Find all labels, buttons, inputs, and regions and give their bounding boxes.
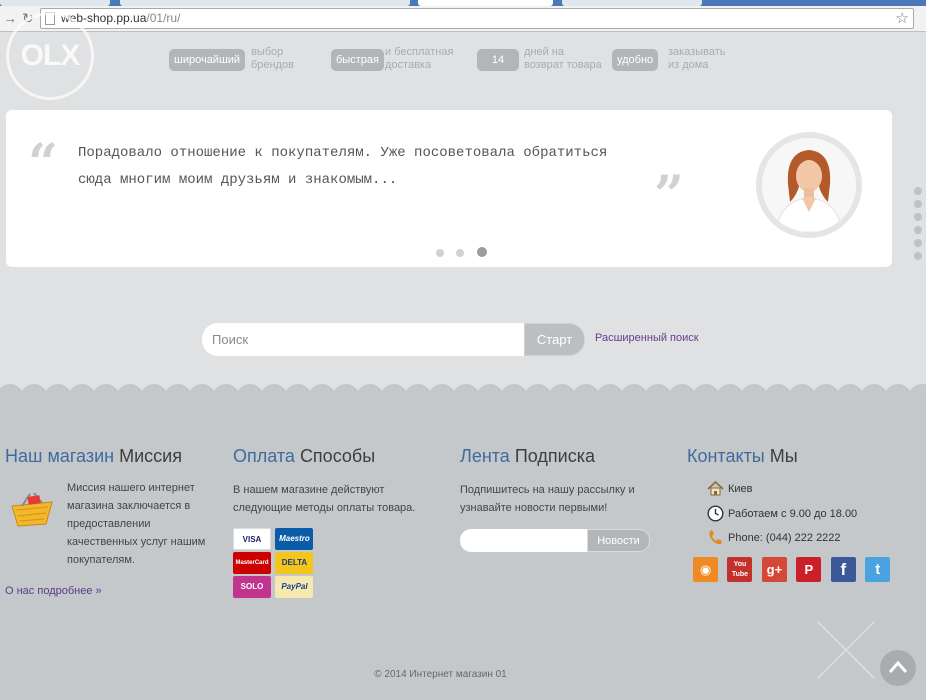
benefit-badge: 14 [477,49,519,71]
testimonial-slider: “ Порадовало отношение к покупателям. Уж… [6,110,892,267]
rss-icon[interactable]: ◉ [693,557,718,582]
side-nav-dot[interactable] [914,226,922,234]
newsletter-button[interactable]: Новости [587,529,650,552]
open-quote-icon: “ [28,133,58,194]
benefit-badge: широчайший [169,49,246,71]
about-more-link[interactable]: О нас подробнее » [5,585,102,597]
facebook-icon[interactable]: f [830,557,856,582]
footer-heading: Наш магазин Миссия [5,446,182,466]
footer-column-shop: Наш магазин Миссия [5,446,220,481]
testimonial-text: Порадовало отношение к покупателям. Уже … [78,145,608,188]
side-nav-dot[interactable] [914,252,922,260]
woman-portrait-icon [762,138,856,232]
search-button[interactable]: Старт [524,323,585,356]
youtube-icon[interactable]: You Tube [727,557,753,582]
testimonial-avatar [756,132,862,238]
footer-heading: Контакты Мы [687,446,798,466]
slider-dot[interactable] [436,249,444,257]
address-bar[interactable]: web-shop.pp.ua/01/ru/ ☆ [40,8,914,29]
benefit-badge: удобно [612,49,659,71]
visa-card-icon: VISA [233,528,271,550]
delta-card-icon: DELTA [275,552,314,574]
bookmark-star-icon[interactable]: ☆ [896,9,909,27]
google-plus-icon[interactable]: g+ [761,557,787,582]
benefit-desc: заказывать из дома [668,46,726,71]
benefit-desc: дней на возврат товара [524,46,602,71]
olx-watermark-logo: OLX [6,12,94,100]
footer-column-contacts: Контакты Мы [687,446,902,481]
advanced-search-link[interactable]: Расширенный поиск [595,332,699,344]
side-nav-dot[interactable] [914,187,922,195]
footer-heading: Лента Подписка [460,446,595,466]
benefit-desc: и бесплатная доставка [385,46,454,71]
copyright: © 2014 Интернет магазин 01 [374,669,507,680]
payment-text: В нашем магазине действуют следующие мет… [233,484,416,514]
newsletter-email-input[interactable] [460,529,588,552]
newsletter-text: Подпишитесь на нашу рассылку и узнавайте… [460,484,635,514]
browser-toolbar: → ↻ web-shop.pp.ua/01/ru/ ☆ [0,6,926,32]
forward-icon[interactable]: → [2,9,18,27]
mastercard-icon: MasterCard [233,552,271,574]
paypal-card-icon: PayPal [275,576,314,598]
slider-dot[interactable] [456,249,465,257]
footer-column-newsletter: Лента Подписка Подпишитесь на нашу рассы… [460,446,675,517]
search-bar: Старт [202,323,585,356]
close-quote-icon: ” [654,165,684,226]
benefit-badge: быстрая [331,49,384,71]
chevron-up-icon [888,660,908,673]
home-icon [707,480,724,496]
phone-icon [709,530,722,545]
side-nav-dot[interactable] [914,239,922,247]
slider-dots [436,244,495,262]
benefit-desc: выбор брендов [251,46,294,71]
clock-icon [707,505,724,522]
search-input[interactable] [202,323,525,356]
maestro-card-icon: Maestro [275,528,314,550]
solo-card-icon: SOLO [233,576,271,598]
side-nav-dot[interactable] [914,213,922,221]
slider-dot-active[interactable] [476,247,487,257]
scroll-to-top-button[interactable] [880,650,916,686]
twitter-icon[interactable]: t [865,557,891,582]
payment-cards: VISA Maestro MasterCard DELTA SOLO PayPa… [233,528,355,600]
footer-heading: Оплата Способы [233,446,376,466]
pinterest-icon[interactable]: P [796,557,822,582]
shop-mission-text: Миссия нашего интернет магазина заключае… [67,482,206,566]
side-dot-navigation [914,187,926,265]
footer-column-payment: Оплата Способы В нашем магазине действую… [233,446,448,517]
side-nav-dot[interactable] [914,200,922,208]
social-links: ◉ You Tube g+ P f t [693,557,895,582]
